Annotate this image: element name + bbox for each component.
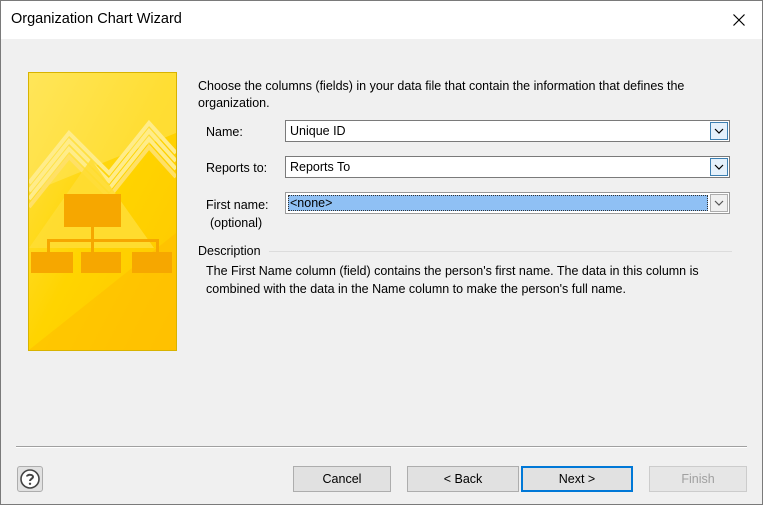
name-dropdown-button[interactable] <box>710 122 728 140</box>
first-name-combobox[interactable]: <none> <box>285 192 730 214</box>
wizard-banner-image <box>28 72 177 351</box>
chevron-down-icon <box>714 128 724 134</box>
first-name-dropdown-button[interactable] <box>710 194 728 212</box>
name-value: Unique ID <box>290 124 346 138</box>
instructions-text: Choose the columns (fields) in your data… <box>198 79 685 110</box>
close-button[interactable] <box>716 1 762 39</box>
first-name-label: First name: <box>206 198 269 212</box>
first-name-value: <none> <box>290 196 333 210</box>
name-combobox[interactable]: Unique ID <box>285 120 730 142</box>
finish-button[interactable]: Finish <box>649 466 747 492</box>
next-button[interactable]: Next > <box>521 466 633 492</box>
title-bar: Organization Chart Wizard <box>1 1 762 39</box>
description-text: The First Name column (field) contains t… <box>206 264 699 296</box>
reports-to-combobox[interactable]: Reports To <box>285 156 730 178</box>
help-button[interactable] <box>17 466 43 492</box>
chevron-down-icon <box>714 200 724 206</box>
help-icon <box>20 469 40 489</box>
chevron-down-icon <box>714 164 724 170</box>
close-icon <box>733 14 745 26</box>
reports-to-dropdown-button[interactable] <box>710 158 728 176</box>
first-name-optional-label: (optional) <box>210 216 263 230</box>
selection-highlight <box>288 195 708 211</box>
footer-separator <box>16 446 747 448</box>
wizard-window: Organization Chart Wizard Choose the col… <box>0 0 763 505</box>
cancel-button[interactable]: Cancel <box>293 466 391 492</box>
window-title: Organization Chart Wizard <box>11 11 182 27</box>
name-label: Name: <box>206 125 243 139</box>
description-divider <box>269 251 732 252</box>
reports-to-value: Reports To <box>290 160 351 174</box>
reports-to-label: Reports to: <box>206 161 268 175</box>
back-button[interactable]: < Back <box>407 466 519 492</box>
description-heading: Description <box>198 244 261 258</box>
